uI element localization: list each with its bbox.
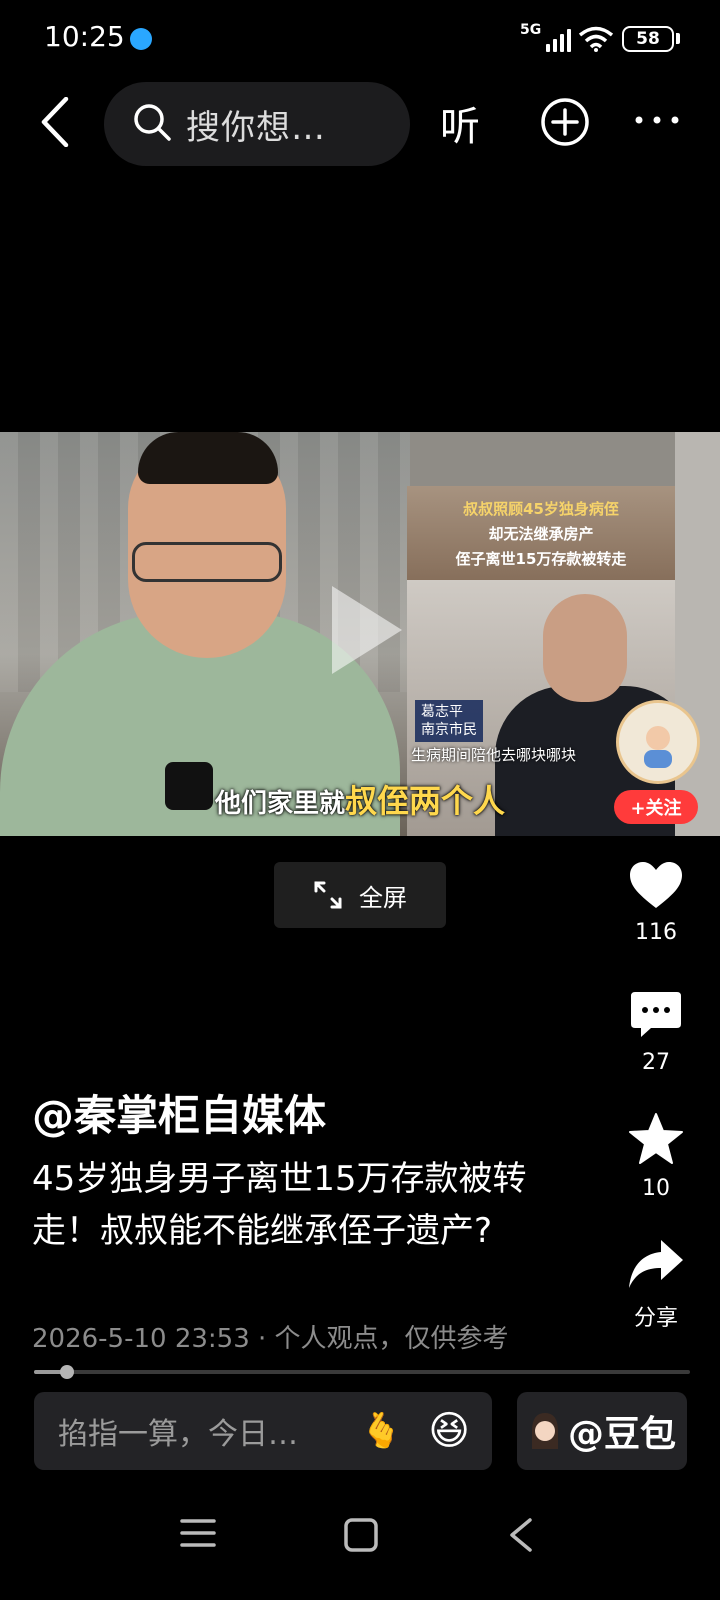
comment-button[interactable]: 27 [611, 990, 701, 1075]
search-placeholder: 搜你想… [186, 107, 326, 148]
like-button[interactable]: 116 [611, 860, 701, 945]
progress-track[interactable] [34, 1370, 690, 1374]
battery-icon: 58 [622, 26, 674, 52]
ai-chat-input[interactable]: 掐指一算，今日… 🫰 😆 [34, 1392, 492, 1470]
more-dots-icon [635, 116, 679, 124]
subtitle-text: 他们家里就 [214, 789, 345, 819]
inset-subtitle: 却无法继承房产 [488, 524, 594, 543]
status-time: 10:25 [44, 20, 125, 53]
comment-icon [631, 992, 681, 1037]
host-glasses [132, 542, 282, 582]
share-label: 分享 [633, 1306, 678, 1331]
interviewee-face [543, 594, 627, 702]
notification-dot-icon [130, 28, 152, 50]
battery-level: 58 [636, 29, 660, 49]
chevron-left-icon [41, 97, 69, 147]
inset-banner: 叔叔照顾45岁独身病侄 却无法继承房产 侄子离世15万存款被转走 [407, 486, 675, 580]
add-button[interactable] [540, 97, 590, 151]
heart-icon [630, 862, 682, 908]
expand-icon [314, 881, 342, 909]
home-square-icon [344, 1518, 378, 1552]
signal-icon: 5G [520, 22, 572, 52]
back-button[interactable] [30, 92, 80, 152]
favorite-button[interactable]: 10 [611, 1112, 701, 1201]
menu-icon [180, 1519, 216, 1547]
more-button[interactable] [634, 110, 680, 129]
share-button[interactable]: 分享 [611, 1238, 701, 1332]
video-subtitle: 他们家里就叔侄两个人 [0, 776, 720, 822]
progress-handle[interactable] [60, 1365, 74, 1379]
doubao-label: @豆包 [567, 1414, 676, 1455]
ai-chat-placeholder: 掐指一算，今日… [58, 1417, 298, 1452]
chevron-left-icon [510, 1518, 532, 1552]
fullscreen-button[interactable]: 全屏 [274, 862, 446, 928]
comment-count: 27 [642, 1050, 670, 1075]
name-card-role: 南京市民 [421, 722, 477, 738]
search-icon [132, 102, 172, 146]
nav-recents-button[interactable] [180, 1518, 216, 1552]
listen-button[interactable]: 听 [440, 94, 480, 152]
nav-home-button[interactable] [344, 1518, 378, 1556]
name-card-name: 葛志平 [421, 704, 463, 720]
post-description: 45岁独身男子离世15万存款被转走！叔叔能不能继承侄子遗产? [32, 1159, 527, 1251]
play-icon[interactable] [326, 582, 406, 682]
doubao-button[interactable]: @豆包 [517, 1392, 687, 1470]
like-count: 116 [635, 920, 677, 945]
inset-title: 叔叔照顾45岁独身病侄 [463, 499, 619, 518]
doubao-avatar-icon [531, 1413, 558, 1449]
nav-back-button[interactable] [508, 1518, 534, 1556]
star-icon [629, 1113, 683, 1164]
plus-circle-icon [541, 98, 589, 146]
laughing-emoji-icon[interactable]: 😆 [428, 1408, 470, 1454]
network-type: 5G [520, 22, 542, 38]
post-meta: 2026-5-10 23:53 · 个人观点，仅供参考 [32, 1324, 509, 1354]
creator-badge-icon[interactable] [616, 700, 700, 784]
battery-tip [676, 33, 680, 44]
wifi-icon [578, 26, 614, 56]
inset-subtitle: 侄子离世15万存款被转走 [455, 549, 627, 568]
fullscreen-label: 全屏 [359, 883, 407, 912]
video-player[interactable]: 叔叔照顾45岁独身病侄 却无法继承房产 侄子离世15万存款被转走 葛志平 南京市… [0, 432, 720, 836]
author-name[interactable]: @秦掌柜自媒体 [32, 1082, 326, 1143]
share-arrow-icon [629, 1240, 683, 1288]
host-hair [138, 432, 278, 484]
subtitle-highlight: 叔侄两个人 [345, 782, 506, 820]
favorite-count: 10 [642, 1176, 670, 1201]
name-card: 葛志平 南京市民 [415, 700, 483, 742]
search-input[interactable]: 搜你想… [104, 82, 410, 166]
finger-heart-emoji-icon[interactable]: 🫰 [360, 1411, 402, 1451]
follow-button[interactable]: +关注 [614, 790, 698, 824]
